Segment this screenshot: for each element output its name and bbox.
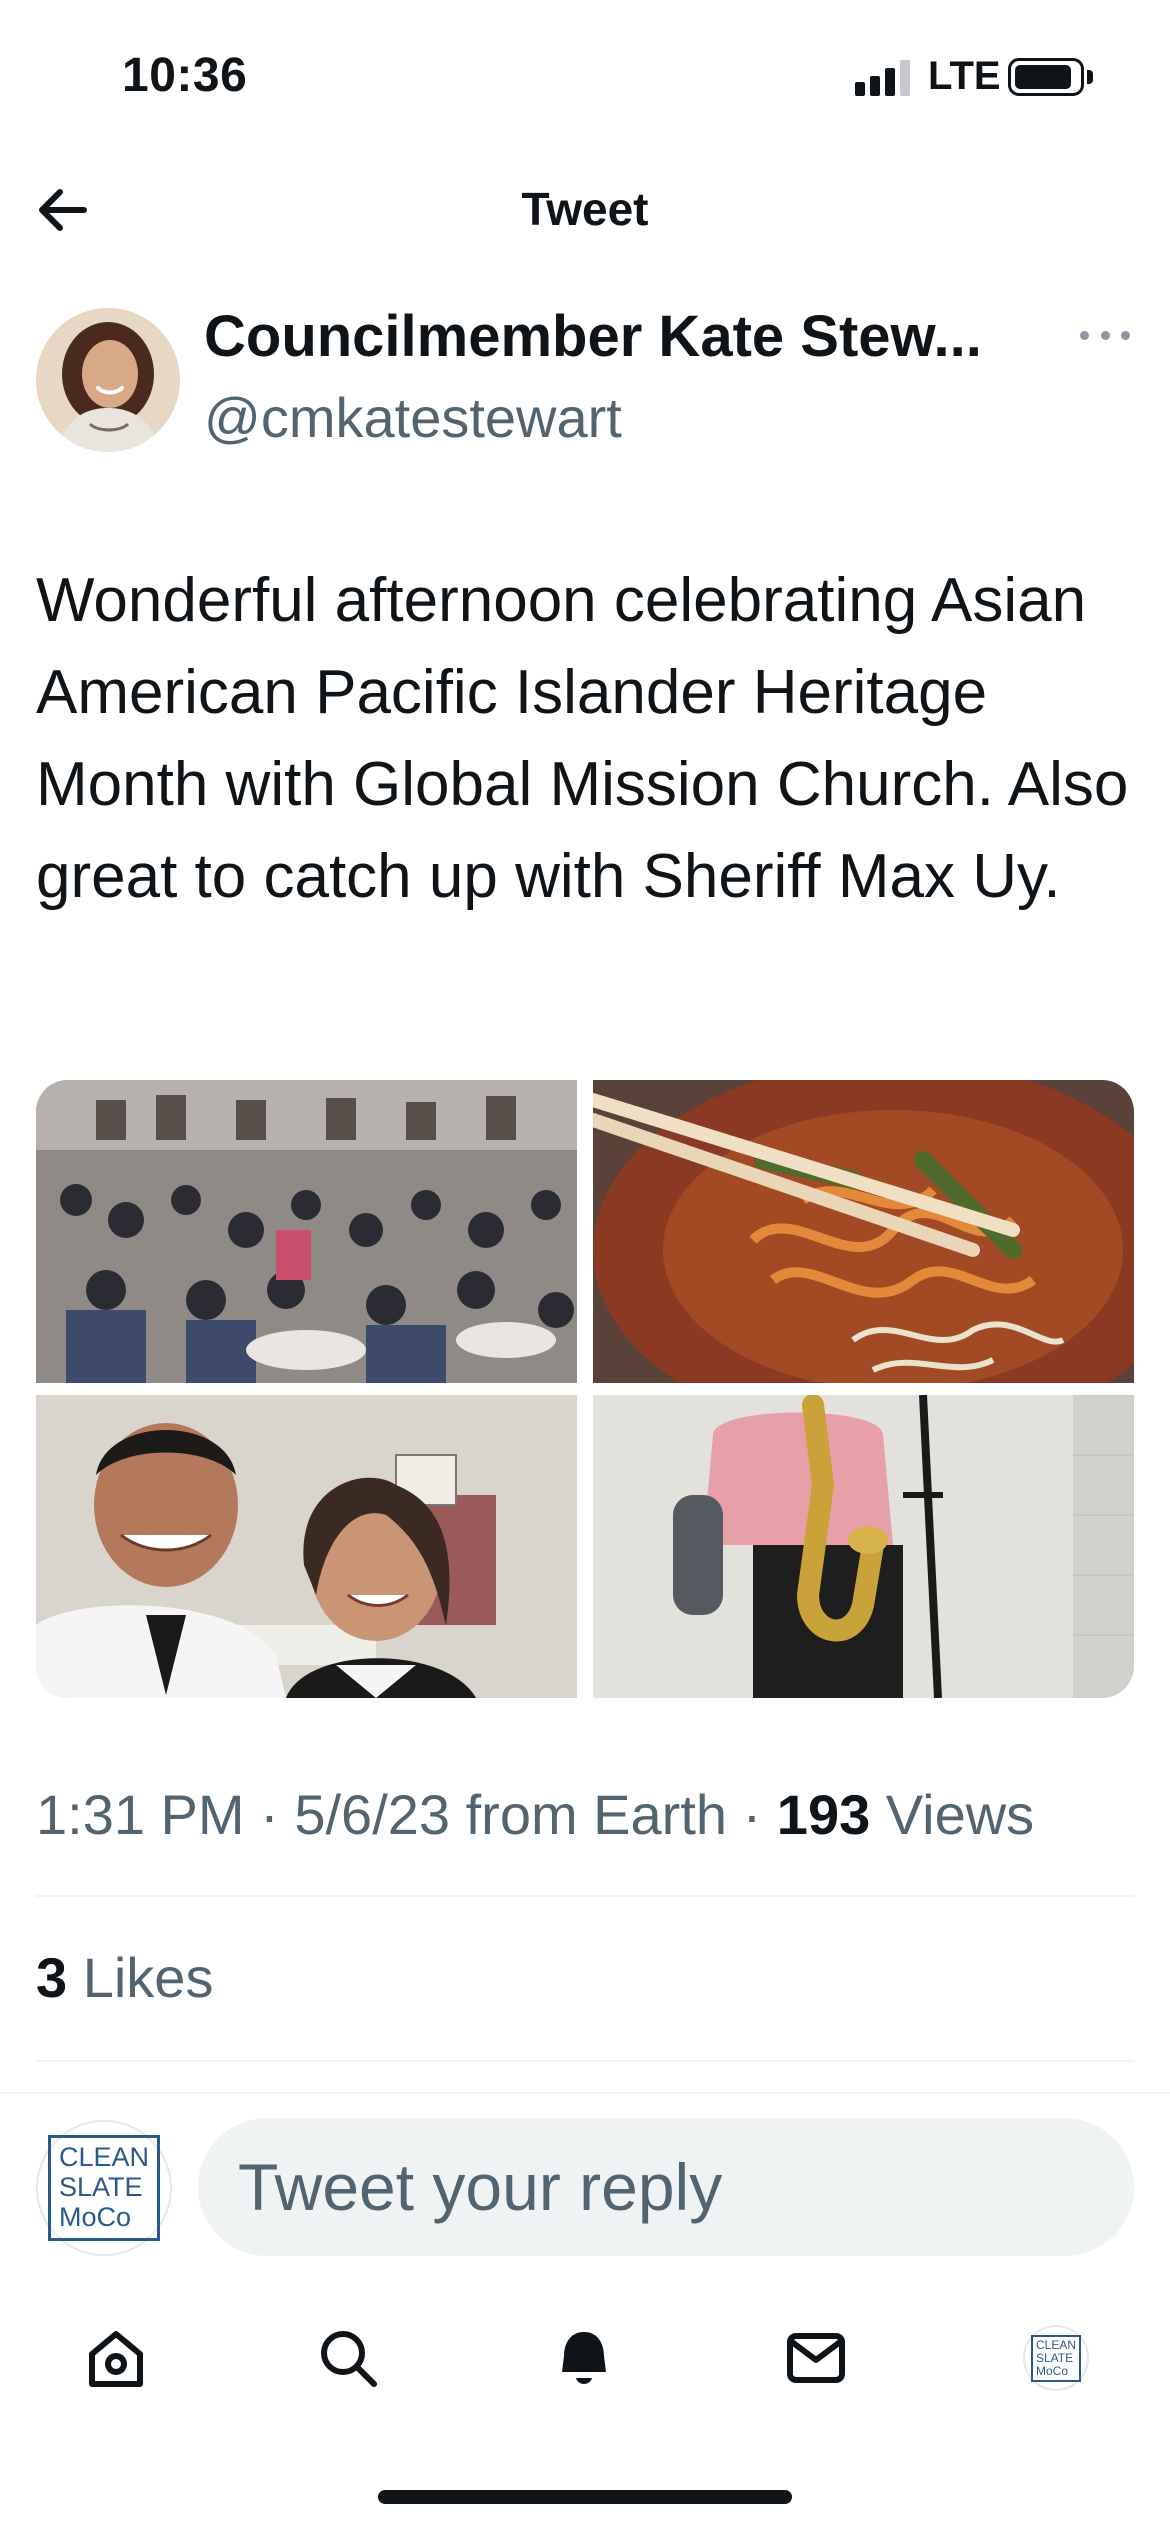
tweet-time: 1:31 PM	[36, 1783, 245, 1846]
status-time: 10:36	[122, 49, 248, 102]
tweet-meta: 1:31 PM · 5/6/23 from Earth · 193 Views	[36, 1782, 1034, 1847]
nav-home[interactable]	[76, 2318, 156, 2398]
status-bar: 10:36 LTE	[0, 0, 1170, 150]
page-title: Tweet	[521, 183, 649, 235]
views-label[interactable]: Views	[886, 1783, 1034, 1846]
battery-cap	[1087, 70, 1093, 84]
bottom-nav: CLEAN SLATE MoCo	[0, 2300, 1170, 2410]
home-icon	[89, 2331, 143, 2387]
author-handle[interactable]: @cmkatestewart	[204, 385, 622, 450]
photo-saxophone[interactable]	[593, 1395, 1134, 1698]
likes-label: Likes	[82, 1946, 214, 2009]
likes-row[interactable]: 3 Likes	[36, 1945, 213, 2010]
author-name[interactable]: Councilmember Kate Stew...	[204, 303, 1044, 370]
battery-icon	[1008, 58, 1084, 96]
home-indicator	[378, 2490, 792, 2504]
nav-notifications[interactable]	[544, 2318, 624, 2398]
tweet-date: 5/6/23	[294, 1783, 451, 1846]
nav-search[interactable]	[308, 2318, 388, 2398]
reply-avatar[interactable]: CLEAN SLATE MoCo	[36, 2120, 172, 2256]
tweet-text: Wonderful afternoon celebrating Asian Am…	[36, 566, 1129, 911]
photo-noodles[interactable]	[593, 1080, 1134, 1383]
notifications-icon	[562, 2332, 606, 2384]
messages-icon	[787, 2333, 845, 2383]
meta-separator: ·	[260, 1783, 295, 1846]
author-avatar[interactable]	[36, 308, 180, 452]
photo-selfie[interactable]	[36, 1395, 577, 1698]
tweet-media-grid	[36, 1080, 1134, 1698]
header: Tweet	[0, 160, 1170, 260]
views-count: 193	[776, 1783, 871, 1846]
photo-crowd[interactable]	[36, 1080, 577, 1383]
meta-separator: ·	[742, 1783, 777, 1846]
nav-messages[interactable]	[776, 2318, 856, 2398]
network-type: LTE	[928, 54, 1001, 98]
tweet-source: from Earth	[465, 1783, 728, 1846]
clean-slate-moco-logo: CLEAN SLATE MoCo	[47, 2135, 161, 2241]
reply-divider	[0, 2092, 1170, 2094]
divider	[36, 2060, 1134, 2062]
clean-slate-moco-logo-small: CLEAN SLATE MoCo	[1030, 2334, 1081, 2382]
likes-count: 3	[36, 1946, 68, 2009]
search-icon	[321, 2331, 377, 2387]
divider	[36, 1895, 1134, 1897]
nav-profile-avatar[interactable]: CLEAN SLATE MoCo	[1023, 2325, 1089, 2391]
author-avatar-image	[36, 308, 180, 452]
more-options-icon[interactable]	[1080, 320, 1130, 350]
signal-strength-icon	[855, 58, 915, 96]
reply-input[interactable]	[198, 2118, 1134, 2256]
